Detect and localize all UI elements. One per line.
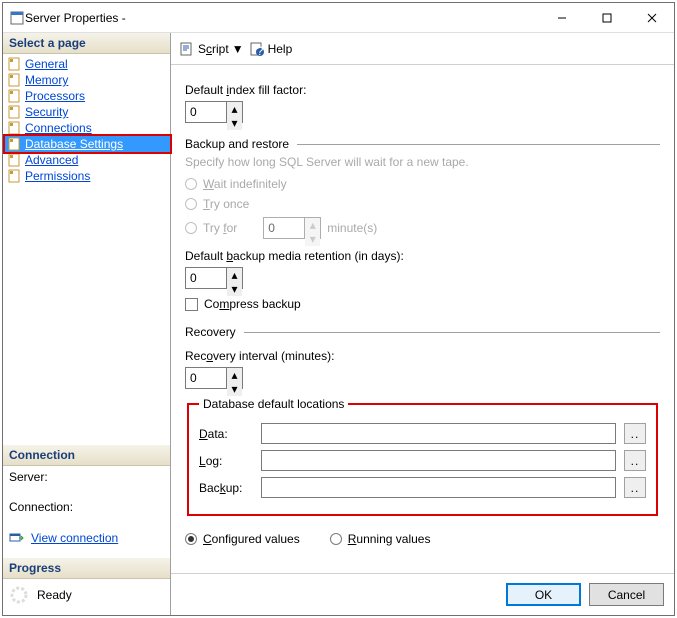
sidebar-item-general[interactable]: General	[5, 56, 170, 72]
try-once-label: Try once	[203, 197, 249, 211]
page-icon	[7, 72, 23, 88]
sidebar-item-permissions[interactable]: Permissions	[5, 168, 170, 184]
script-label: Script	[198, 42, 229, 56]
fill-factor-spinner[interactable]: ▴▾	[185, 101, 243, 123]
try-for-input	[264, 218, 304, 238]
sidebar-item-label: Database Settings	[25, 137, 123, 151]
sidebar-item-advanced[interactable]: Advanced	[5, 152, 170, 168]
dropdown-arrow-icon: ▼	[232, 42, 244, 56]
retention-spinner[interactable]: ▴▾	[185, 267, 243, 289]
help-button[interactable]: ? Help	[249, 41, 293, 57]
data-label: Data:	[199, 427, 253, 441]
sidebar-item-connections[interactable]: Connections	[5, 120, 170, 136]
recovery-interval-spinner[interactable]: ▴▾	[185, 367, 243, 389]
server-label: Server:	[9, 470, 164, 484]
sidebar-item-label: Security	[25, 105, 68, 119]
backup-label: Backup:	[199, 481, 253, 495]
sidebar-item-label: General	[25, 57, 68, 71]
running-values-radio[interactable]: Running values	[330, 532, 431, 546]
default-locations-title: Database default locations	[199, 397, 348, 411]
spin-down-button[interactable]: ▾	[227, 116, 242, 130]
page-icon	[7, 136, 23, 152]
maximize-button[interactable]	[584, 3, 629, 32]
main-panel: Script ▼ ? Help Default index fill facto…	[171, 33, 674, 615]
window-title: Server Properties -	[25, 11, 539, 25]
recovery-interval-input[interactable]	[186, 368, 226, 388]
configured-values-label: Configured values	[203, 532, 300, 546]
fill-factor-label: Default index fill factor:	[185, 83, 660, 97]
server-properties-window: Server Properties - Select a page Genera…	[2, 2, 675, 616]
wait-indefinitely-radio: Wait indefinitely	[185, 177, 660, 191]
default-locations-fieldset: Database default locations Data: .. Log:…	[187, 397, 658, 516]
backup-path-input[interactable]	[261, 477, 616, 498]
spin-up-button[interactable]: ▴	[227, 102, 242, 116]
sidebar-item-label: Processors	[25, 89, 85, 103]
try-for-radio: Try for ▴▾ minute(s)	[185, 217, 660, 239]
connection-header: Connection	[3, 445, 170, 466]
retention-input[interactable]	[186, 268, 226, 288]
close-button[interactable]	[629, 3, 674, 32]
sidebar-item-label: Permissions	[25, 169, 90, 183]
script-button[interactable]: Script ▼	[179, 41, 244, 57]
log-path-input[interactable]	[261, 450, 616, 471]
progress-spinner-icon	[9, 585, 29, 605]
spin-up-button[interactable]: ▴	[227, 368, 242, 382]
minimize-button[interactable]	[539, 3, 584, 32]
sidebar-item-label: Advanced	[25, 153, 78, 167]
connection-label: Connection:	[9, 500, 164, 514]
select-page-header: Select a page	[3, 33, 170, 54]
sidebar-item-label: Memory	[25, 73, 68, 87]
backup-hint: Specify how long SQL Server will wait fo…	[185, 155, 660, 169]
sidebar-item-processors[interactable]: Processors	[5, 88, 170, 104]
svg-text:?: ?	[256, 44, 263, 57]
compress-backup-checkbox[interactable]: Compress backup	[185, 297, 660, 311]
sidebar: Select a page General Memory Processors …	[3, 33, 171, 615]
data-browse-button[interactable]: ..	[624, 423, 646, 444]
backup-browse-button[interactable]: ..	[624, 477, 646, 498]
script-icon	[179, 41, 195, 57]
sidebar-item-security[interactable]: Security	[5, 104, 170, 120]
page-icon	[7, 152, 23, 168]
progress-header: Progress	[3, 558, 170, 579]
page-icon	[7, 168, 23, 184]
retention-label: Default backup media retention (in days)…	[185, 249, 660, 263]
spin-up-button[interactable]: ▴	[227, 268, 242, 282]
wait-indefinitely-label: Wait indefinitely	[203, 177, 287, 191]
progress-status: Ready	[37, 588, 72, 602]
page-icon	[7, 120, 23, 136]
configured-values-radio[interactable]: Configured values	[185, 532, 300, 546]
log-browse-button[interactable]: ..	[624, 450, 646, 471]
page-icon	[7, 56, 23, 72]
backup-restore-title: Backup and restore	[185, 137, 289, 151]
spin-down-button[interactable]: ▾	[227, 382, 242, 396]
ok-button[interactable]: OK	[506, 583, 581, 606]
recovery-interval-label: Recovery interval (minutes):	[185, 349, 660, 363]
log-label: Log:	[199, 454, 253, 468]
spin-down-button[interactable]: ▾	[227, 282, 242, 296]
help-icon: ?	[249, 41, 265, 57]
data-path-input[interactable]	[261, 423, 616, 444]
page-icon	[7, 88, 23, 104]
try-for-unit: minute(s)	[327, 221, 377, 235]
compress-backup-label: Compress backup	[204, 297, 301, 311]
recovery-title: Recovery	[185, 325, 236, 339]
fill-factor-input[interactable]	[186, 102, 226, 122]
window-icon	[9, 10, 25, 26]
page-icon	[7, 104, 23, 120]
sidebar-item-memory[interactable]: Memory	[5, 72, 170, 88]
sidebar-item-label: Connections	[25, 121, 92, 135]
dialog-footer: OK Cancel	[171, 573, 674, 615]
view-connection-link[interactable]: View connection	[31, 531, 118, 545]
titlebar: Server Properties -	[3, 3, 674, 33]
toolbar: Script ▼ ? Help	[171, 33, 674, 65]
sidebar-item-database-settings[interactable]: Database Settings	[5, 136, 170, 152]
cancel-button[interactable]: Cancel	[589, 583, 664, 606]
try-once-radio: Try once	[185, 197, 660, 211]
running-values-label: Running values	[348, 532, 431, 546]
try-for-label: Try for	[203, 221, 237, 235]
connection-icon	[9, 530, 25, 546]
help-label: Help	[268, 42, 293, 56]
